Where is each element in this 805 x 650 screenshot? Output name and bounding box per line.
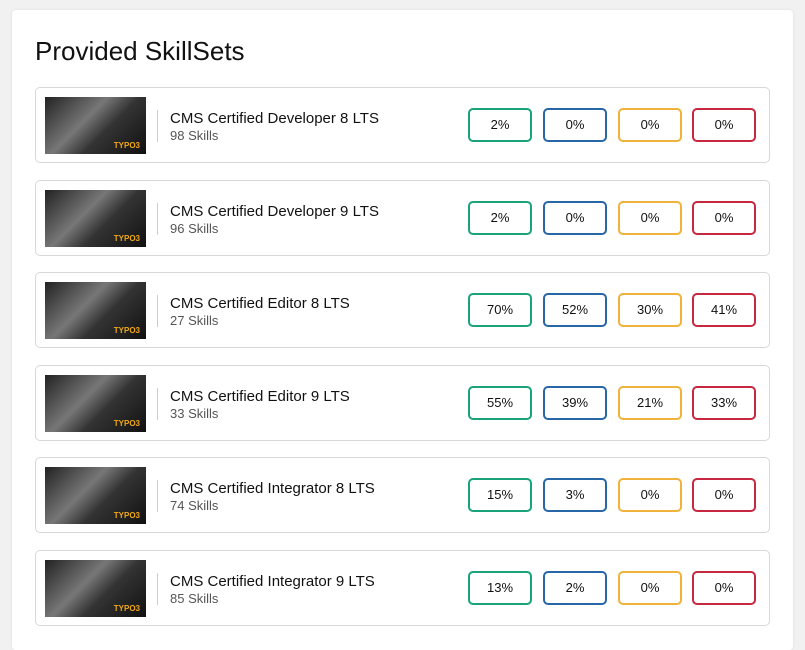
- skill-count: 85 Skills: [170, 591, 219, 606]
- progress-badge: 33%: [692, 385, 756, 420]
- progress-badge: 55%: [468, 385, 532, 420]
- skillset-thumbnail: TYPO3: [45, 374, 146, 432]
- skillset-row[interactable]: TYPO3 CMS Certified Integrator 9 LTS 85 …: [35, 550, 770, 626]
- skillset-title[interactable]: CMS Certified Editor 8 LTS: [170, 295, 350, 312]
- typo3-logo: TYPO3: [113, 511, 140, 521]
- skill-count: 33 Skills: [170, 405, 219, 421]
- skill-count: 74 Skills: [170, 498, 219, 514]
- progress-badge: 0%: [543, 108, 607, 142]
- skillset-thumbnail: TYPO3: [45, 97, 146, 154]
- skillset-row[interactable]: TYPO3 CMS Certified Developer 8 LTS 98 S…: [35, 87, 770, 163]
- skillset-thumbnail: TYPO3: [45, 282, 146, 340]
- skillset-title[interactable]: CMS Certified Developer 8 LTS: [170, 110, 379, 127]
- skillset-row[interactable]: TYPO3 CMS Certified Developer 9 LTS 96 S…: [35, 179, 770, 256]
- progress-badge: 0%: [692, 478, 756, 513]
- skill-count: 98 Skills: [170, 128, 219, 143]
- divider: [157, 480, 158, 513]
- typo3-logo: TYPO3: [113, 418, 140, 428]
- progress-badge: 41%: [692, 293, 756, 328]
- skillset-title[interactable]: CMS Certified Integrator 8 LTS: [170, 480, 375, 497]
- divider: [157, 202, 158, 235]
- progress-badge: 0%: [618, 200, 682, 235]
- progress-badge: 2%: [543, 571, 607, 605]
- progress-badge: 39%: [543, 385, 607, 420]
- progress-badge: 2%: [468, 108, 532, 142]
- progress-badge: 0%: [692, 108, 756, 142]
- skillset-title[interactable]: CMS Certified Editor 9 LTS: [170, 388, 350, 405]
- skillset-thumbnail: TYPO3: [45, 560, 146, 617]
- progress-badge: 15%: [468, 478, 532, 513]
- divider: [157, 573, 158, 605]
- skillset-row[interactable]: TYPO3 CMS Certified Editor 8 LTS 27 Skil…: [35, 272, 770, 349]
- skillset-row[interactable]: TYPO3 CMS Certified Integrator 8 LTS 74 …: [35, 457, 770, 534]
- skill-count: 96 Skills: [170, 220, 219, 236]
- typo3-logo: TYPO3: [113, 604, 140, 613]
- progress-badge: 13%: [468, 571, 532, 605]
- skill-count: 27 Skills: [170, 313, 219, 329]
- typo3-logo: TYPO3: [113, 326, 140, 336]
- divider: [157, 387, 158, 420]
- skillsets-card: Provided SkillSets TYPO3 CMS Certified D…: [12, 10, 793, 650]
- page-title: Provided SkillSets: [35, 36, 245, 66]
- progress-badge: 0%: [618, 108, 682, 142]
- divider: [157, 110, 158, 142]
- progress-badge: 52%: [543, 293, 607, 328]
- progress-badge: 21%: [618, 385, 682, 420]
- skillset-row[interactable]: TYPO3 CMS Certified Editor 9 LTS 33 Skil…: [35, 364, 770, 441]
- skillset-title[interactable]: CMS Certified Developer 9 LTS: [170, 203, 379, 220]
- progress-badge: 2%: [468, 200, 532, 235]
- progress-badge: 0%: [618, 571, 682, 605]
- progress-badge: 0%: [543, 200, 607, 235]
- progress-badge: 0%: [618, 478, 682, 513]
- progress-badge: 0%: [692, 200, 756, 235]
- progress-badge: 0%: [692, 571, 756, 605]
- progress-badge: 3%: [543, 478, 607, 513]
- skillset-thumbnail: TYPO3: [45, 467, 146, 525]
- divider: [157, 295, 158, 328]
- progress-badge: 30%: [618, 293, 682, 328]
- typo3-logo: TYPO3: [113, 233, 140, 243]
- typo3-logo: TYPO3: [113, 141, 140, 150]
- skillset-thumbnail: TYPO3: [45, 189, 146, 247]
- progress-badge: 70%: [468, 293, 532, 328]
- skillset-title[interactable]: CMS Certified Integrator 9 LTS: [170, 573, 375, 590]
